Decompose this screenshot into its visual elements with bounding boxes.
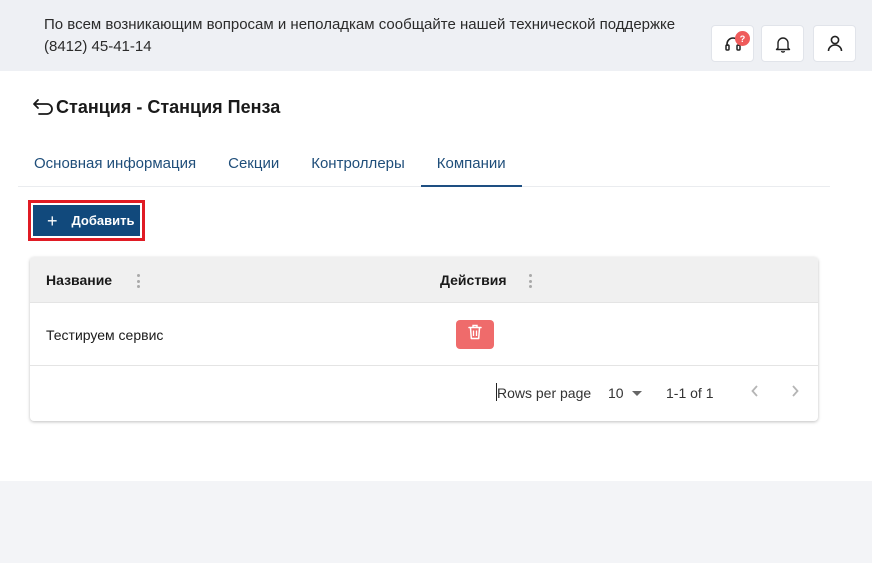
pagination-range: 1-1 of 1 bbox=[666, 385, 714, 401]
rows-per-page-select[interactable]: 10 bbox=[608, 366, 642, 420]
column-menu-icon[interactable] bbox=[528, 274, 532, 288]
add-button-label: Добавить bbox=[71, 213, 135, 228]
column-header-name[interactable]: Название bbox=[46, 257, 112, 303]
tab-companies[interactable]: Компании bbox=[420, 148, 522, 187]
support-phone: (8412) 45-41-14 bbox=[44, 38, 152, 55]
delete-button[interactable] bbox=[456, 320, 494, 349]
support-notice-text: По всем возникающим вопросам и неполадка… bbox=[44, 16, 676, 33]
profile-button[interactable] bbox=[813, 25, 856, 62]
top-bar: По всем возникающим вопросам и неполадка… bbox=[0, 0, 872, 71]
page-header: Станция - Станция Пенза bbox=[32, 95, 280, 119]
column-menu-icon[interactable] bbox=[136, 274, 140, 288]
user-icon bbox=[827, 35, 843, 52]
main-content: Станция - Станция Пенза Основная информа… bbox=[0, 71, 872, 481]
chevron-left-icon bbox=[750, 384, 760, 403]
rows-per-page-label: Rows per page bbox=[497, 385, 592, 401]
company-name-cell: Тестируем сервис bbox=[46, 326, 164, 343]
support-button[interactable]: ? bbox=[711, 25, 754, 62]
back-arrow-icon[interactable] bbox=[32, 95, 56, 119]
tab-controllers[interactable]: Контроллеры bbox=[295, 148, 421, 187]
prev-page-button[interactable] bbox=[742, 380, 768, 406]
tab-sections[interactable]: Секции bbox=[212, 148, 295, 187]
add-button[interactable]: + Добавить bbox=[33, 205, 140, 236]
rows-per-page-value: 10 bbox=[608, 385, 624, 401]
support-notice: По всем возникающим вопросам и неполадка… bbox=[44, 14, 675, 58]
table-header: Название Действия bbox=[30, 257, 818, 303]
plus-icon: + bbox=[47, 210, 58, 231]
chevron-right-icon bbox=[790, 384, 800, 403]
next-page-button[interactable] bbox=[782, 380, 808, 406]
add-button-highlight: + Добавить bbox=[28, 200, 145, 241]
support-badge: ? bbox=[735, 31, 750, 46]
page-title: Станция - Станция Пенза bbox=[56, 96, 281, 117]
table-pagination: Rows per page 10 1-1 of 1 bbox=[30, 366, 818, 420]
companies-table: Название Действия Тестируем сервис Rows … bbox=[30, 257, 818, 421]
trash-icon bbox=[468, 324, 482, 345]
bell-icon bbox=[775, 35, 791, 53]
tab-main-info[interactable]: Основная информация bbox=[18, 148, 212, 187]
notifications-button[interactable] bbox=[761, 25, 804, 62]
caret-down-icon bbox=[631, 390, 642, 396]
table-row: Тестируем сервис bbox=[30, 303, 818, 366]
column-header-actions[interactable]: Действия bbox=[440, 257, 507, 303]
tab-bar: Основная информация Секции Контроллеры К… bbox=[18, 148, 830, 187]
